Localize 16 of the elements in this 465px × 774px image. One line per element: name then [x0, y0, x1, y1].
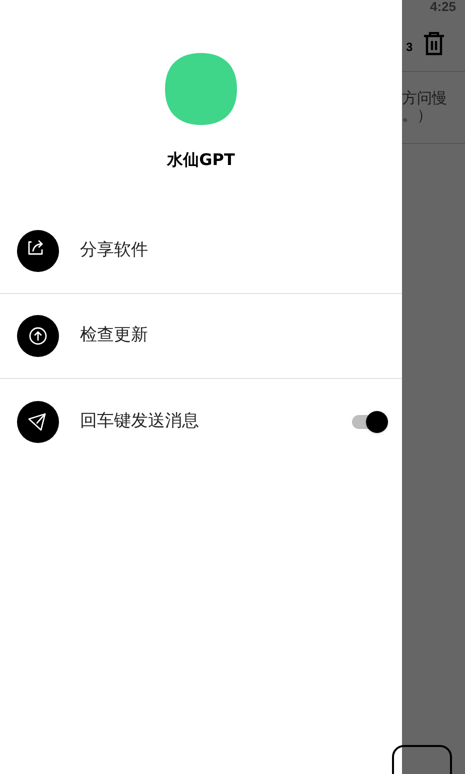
app-name: 水仙GPT — [167, 149, 235, 171]
menu-item[interactable]: 分享软件 — [0, 209, 402, 294]
message-text: 。） — [402, 107, 433, 124]
message-text: 方问慢 — [402, 90, 448, 107]
share-icon — [17, 230, 59, 272]
menu-item-label: 分享软件 — [80, 239, 148, 262]
send-icon — [17, 400, 59, 442]
menu-item[interactable]: 回车键发送消息 — [0, 379, 402, 464]
menu-item[interactable]: 检查更新 — [0, 294, 402, 379]
trash-icon[interactable] — [422, 32, 445, 56]
toggle-switch[interactable] — [350, 410, 388, 434]
status-time: 4:25 — [430, 0, 456, 14]
upload-icon — [17, 315, 59, 357]
menu-item-label: 回车键发送消息 — [80, 410, 199, 433]
member-count: 3 — [406, 39, 413, 56]
menu-item-label: 检查更新 — [80, 324, 148, 348]
